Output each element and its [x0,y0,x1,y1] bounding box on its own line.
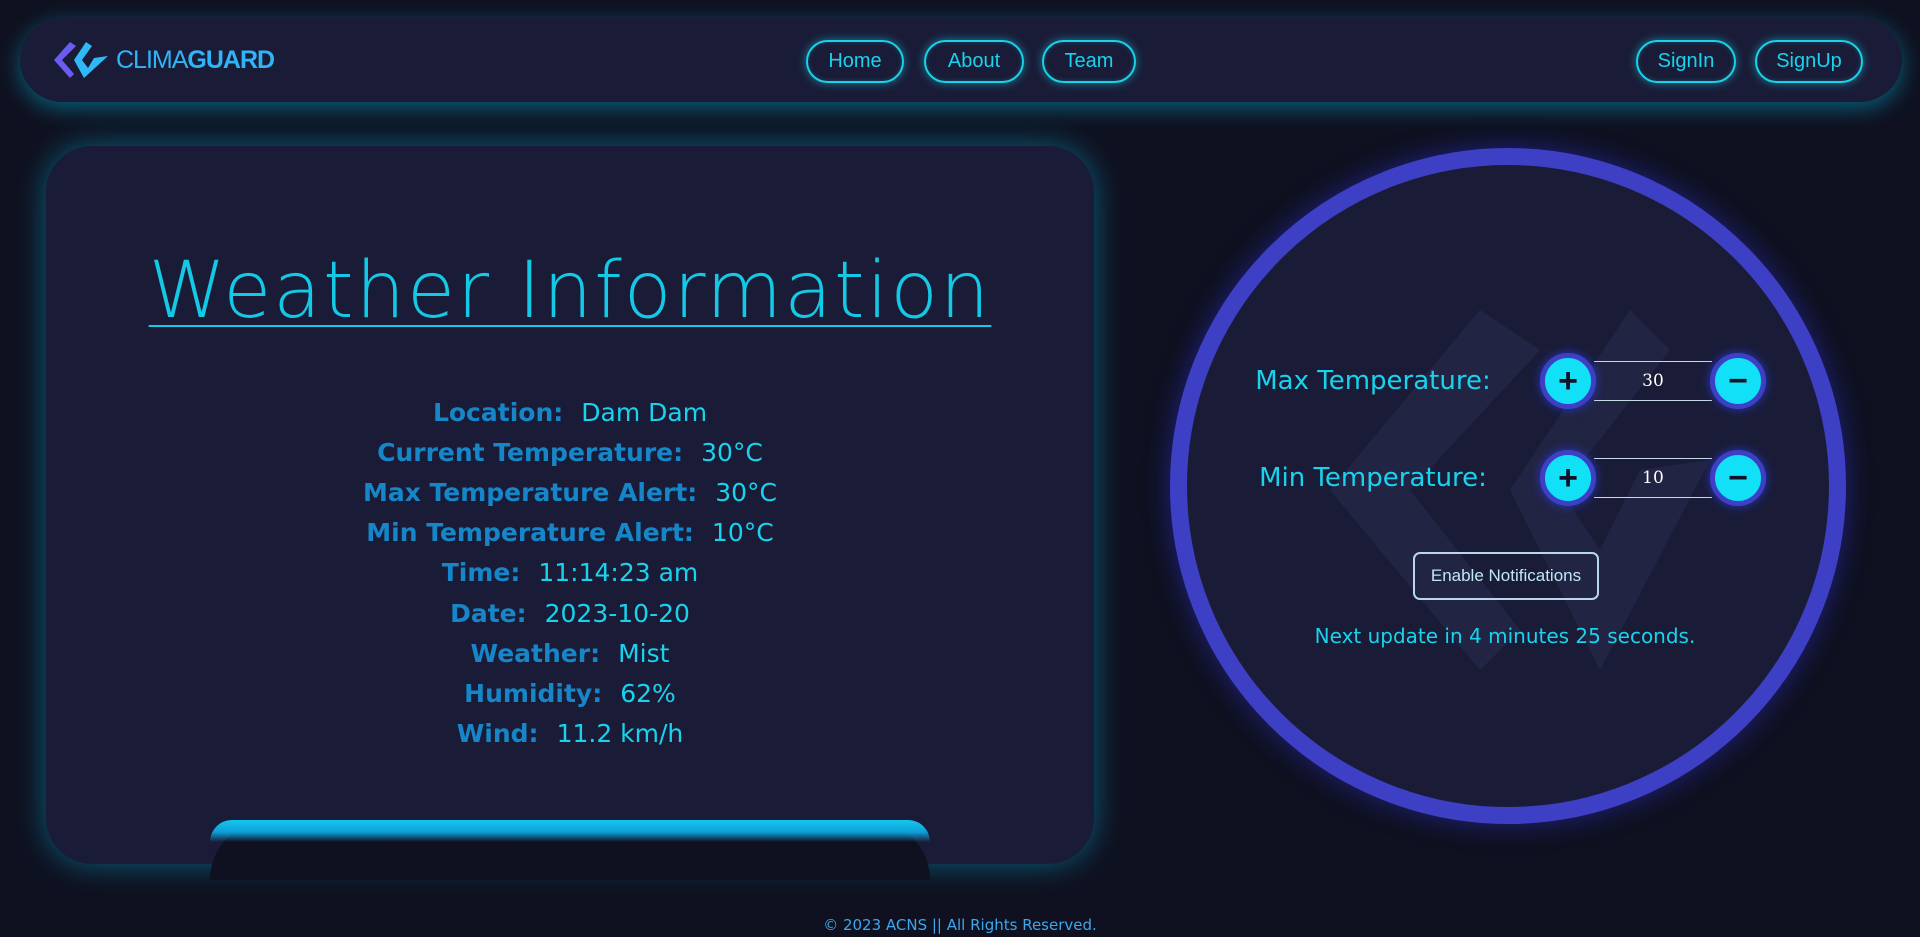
max-temperature-input[interactable] [1594,361,1712,401]
humidity-label: Humidity: [464,678,603,708]
max-increase-button[interactable]: + [1540,353,1596,409]
max-decrease-button[interactable]: − [1710,353,1766,409]
plus-icon: + [1558,361,1578,400]
enable-notifications-button[interactable]: Enable Notifications [1413,552,1599,600]
weather-info-list: Location: Dam Dam Current Temperature: 3… [46,392,1094,754]
time-label: Time: [441,558,521,588]
brand-name: CLIMAGUARD [116,45,275,74]
wind-value: 11.2 km/h [556,719,684,749]
max-alert-value: 30°C [715,477,778,507]
climaguard-logo-icon [54,42,108,78]
location-value: Dam Dam [581,397,708,427]
info-row-wind: Wind: 11.2 km/h [46,714,1094,754]
max-temperature-stepper: + − [1540,352,1766,410]
info-row-max-alert: Max Temperature Alert: 30°C [46,472,1094,512]
date-value: 2023-10-20 [544,598,690,628]
navbar: CLIMAGUARD Home About Team SignIn SignUp [20,18,1902,102]
time-value: 11:14:23 am [538,558,699,588]
current-temperature-value: 30°C [701,437,763,467]
minus-icon: − [1728,458,1748,497]
min-alert-label: Min Temperature Alert: [366,518,694,548]
date-label: Date: [450,598,527,628]
card-glow-bar [210,820,930,842]
info-row-current-temperature: Current Temperature: 30°C [46,432,1094,472]
min-decrease-button[interactable]: − [1710,450,1766,506]
min-increase-button[interactable]: + [1540,450,1596,506]
weather-label: Weather: [470,638,601,668]
minus-icon: − [1728,361,1748,400]
weather-value: Mist [618,638,670,668]
nav-home-button[interactable]: Home [806,40,904,83]
max-alert-label: Max Temperature Alert: [362,477,698,507]
signin-button[interactable]: SignIn [1636,40,1736,83]
next-update-countdown: Next update in 4 minutes 25 seconds. [1314,624,1696,648]
weather-card: Weather Information Location: Dam Dam Cu… [46,146,1094,880]
min-alert-value: 10°C [711,518,774,548]
nav-team-button[interactable]: Team [1042,40,1136,83]
info-row-date: Date: 2023-10-20 [46,593,1094,633]
footer-copyright: © 2023 ACNS || All Rights Reserved. [823,916,1097,934]
plus-icon: + [1558,458,1578,497]
max-temperature-label: Max Temperature: [1255,366,1491,396]
nav-about-button[interactable]: About [924,40,1024,83]
humidity-value: 62% [620,678,676,708]
info-row-location: Location: Dam Dam [46,392,1094,432]
max-temperature-row: Max Temperature: + − [1240,352,1780,410]
info-row-humidity: Humidity: 62% [46,673,1094,713]
signup-button[interactable]: SignUp [1755,40,1863,83]
current-temperature-label: Current Temperature: [377,437,684,467]
min-temperature-input[interactable] [1594,458,1712,498]
min-temperature-stepper: + − [1540,449,1766,507]
location-label: Location: [432,397,564,427]
brand-logo[interactable]: CLIMAGUARD [50,40,275,80]
min-temperature-row: Min Temperature: + − [1240,449,1780,507]
weather-title: Weather Information [148,246,992,336]
info-row-weather: Weather: Mist [46,633,1094,673]
min-temperature-label: Min Temperature: [1259,463,1487,493]
wind-label: Wind: [456,719,539,749]
info-row-time: Time: 11:14:23 am [46,553,1094,593]
info-row-min-alert: Min Temperature Alert: 10°C [46,513,1094,553]
